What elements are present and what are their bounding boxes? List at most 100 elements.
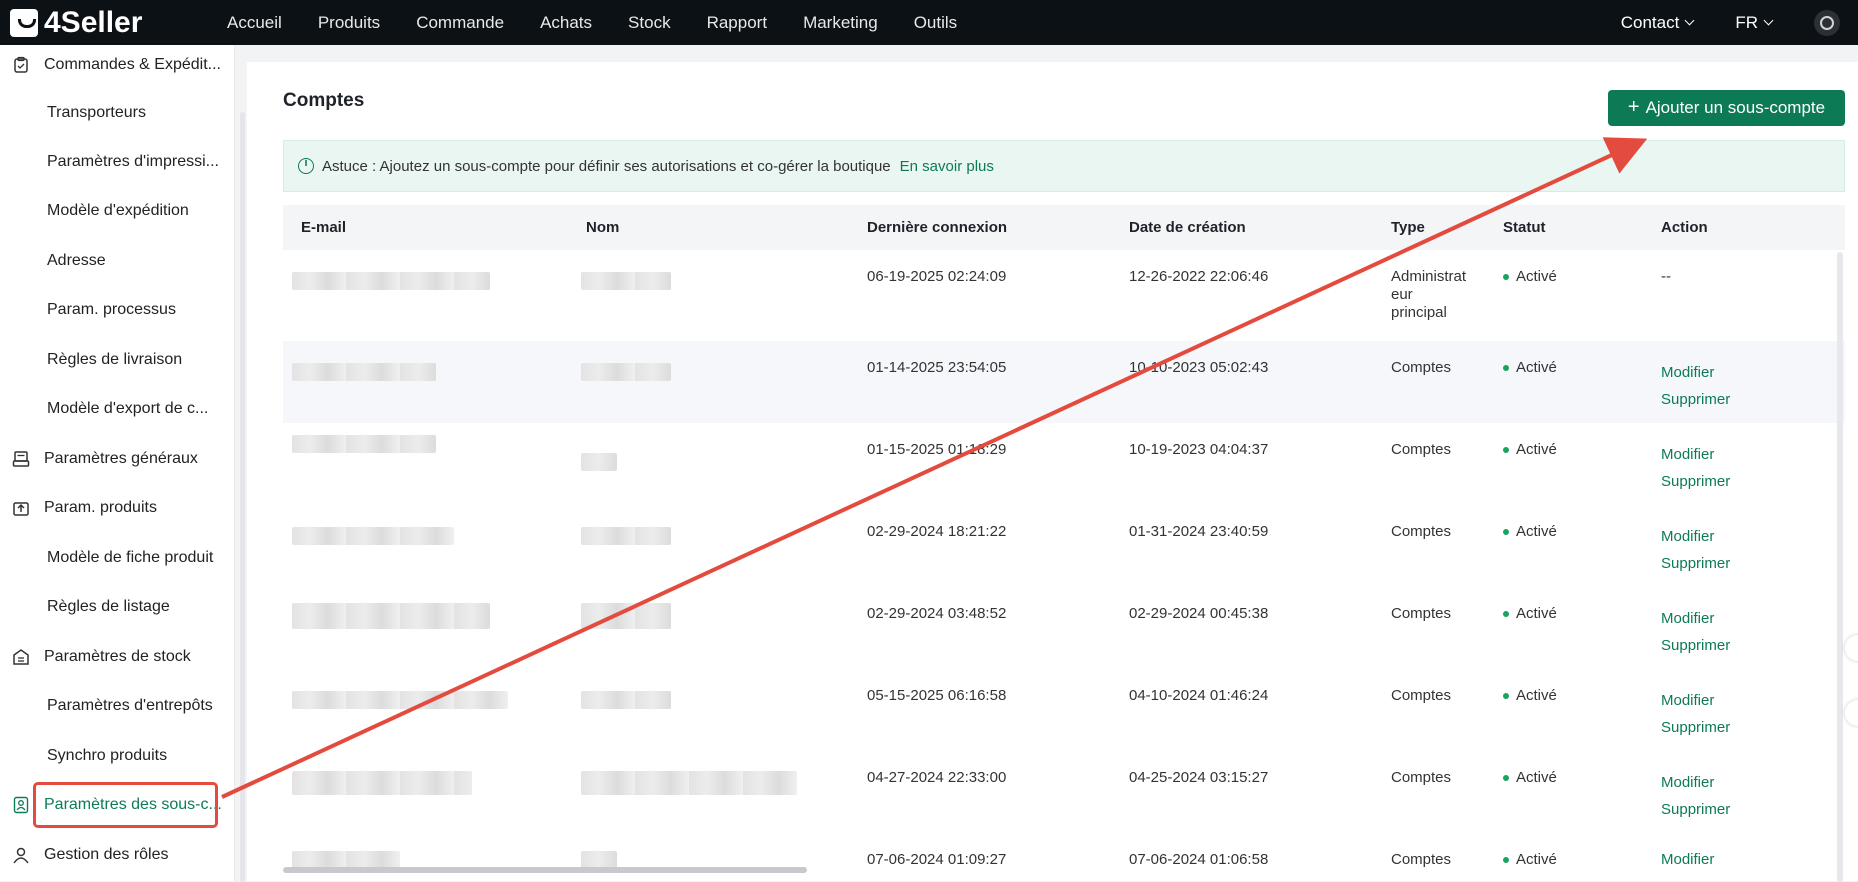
nav-marketing[interactable]: Marketing xyxy=(803,13,878,33)
sidebar-item-label: Transporteurs xyxy=(47,104,146,121)
language-dropdown[interactable]: FR xyxy=(1735,13,1774,33)
sidebar-item-delivery-rules[interactable]: Règles de livraison xyxy=(0,340,232,380)
last-login: 01-14-2025 23:54:05 xyxy=(867,359,1007,376)
created-date: 10-19-2023 04:04:37 xyxy=(1129,441,1269,458)
sidebar-item-process-settings[interactable]: Param. processus xyxy=(0,290,232,330)
plus-icon: + xyxy=(1627,95,1640,118)
account-type: Comptes xyxy=(1391,605,1452,622)
status-dot xyxy=(1503,775,1509,781)
sidebar-item-address[interactable]: Adresse xyxy=(0,241,232,281)
table-row: 06-19-2025 02:24:09 12-26-2022 22:06:46 … xyxy=(283,250,1845,342)
modify-link[interactable]: Modifier xyxy=(1661,523,1730,550)
nav-stock[interactable]: Stock xyxy=(628,13,671,33)
sidebar-item-carriers[interactable]: Transporteurs xyxy=(0,93,232,133)
column-name: Nom xyxy=(586,219,620,236)
status-dot xyxy=(1503,693,1509,699)
column-status: Statut xyxy=(1503,219,1546,236)
modify-link[interactable]: Modifier xyxy=(1661,441,1730,468)
modify-link[interactable]: Modifier xyxy=(1661,605,1730,632)
status-badge: Activé xyxy=(1503,523,1557,541)
sidebar-item-role-management[interactable]: Gestion des rôles xyxy=(0,835,232,875)
delete-link[interactable]: Supprimer xyxy=(1661,632,1730,659)
status-text: Activé xyxy=(1516,687,1557,704)
nav-achats[interactable]: Achats xyxy=(540,13,592,33)
column-created: Date de création xyxy=(1129,219,1246,236)
sidebar-item-stock-settings[interactable]: Paramètres de stock xyxy=(0,637,232,677)
sidebar-item-print-settings[interactable]: Paramètres d'impressi... xyxy=(0,142,232,182)
status-badge: Activé xyxy=(1503,268,1557,286)
name-redacted xyxy=(581,272,671,290)
nav-commande[interactable]: Commande xyxy=(416,13,504,33)
last-login: 02-29-2024 18:21:22 xyxy=(867,523,1007,540)
add-subaccount-button[interactable]: + Ajouter un sous-compte xyxy=(1608,90,1845,126)
nav-accueil[interactable]: Accueil xyxy=(227,13,282,33)
account-type: Comptes xyxy=(1391,769,1452,786)
sidebar-item-product-sync[interactable]: Synchro produits xyxy=(0,736,232,776)
sidebar-scrollbar[interactable] xyxy=(240,112,245,882)
sidebar-item-label: Règles de livraison xyxy=(47,351,183,368)
status-badge: Activé xyxy=(1503,687,1557,705)
created-date: 04-10-2024 01:46:24 xyxy=(1129,687,1269,704)
modify-link[interactable]: Modifier xyxy=(1661,851,1714,869)
created-date: 12-26-2022 22:06:46 xyxy=(1129,268,1269,285)
logo[interactable]: 4Seller xyxy=(10,6,215,40)
nav-rapport[interactable]: Rapport xyxy=(707,13,767,33)
upload-box-icon xyxy=(12,499,30,517)
tip-banner: Astuce : Ajoutez un sous-compte pour déf… xyxy=(283,140,1845,192)
learn-more-link[interactable]: En savoir plus xyxy=(900,158,994,175)
sidebar-item-label: Synchro produits xyxy=(47,747,168,764)
horizontal-scrollbar[interactable] xyxy=(283,867,807,873)
table-row: 01-15-2025 01:18:29 10-19-2023 04:04:37 … xyxy=(283,423,1845,506)
sidebar-item-label: Paramètres d'entrepôts xyxy=(47,697,213,714)
chevron-down-icon xyxy=(1763,15,1774,26)
sidebar-item-orders-shipping[interactable]: Commandes & Expédit... xyxy=(0,45,232,85)
sidebar-item-product-sheet-template[interactable]: Modèle de fiche produit xyxy=(0,538,232,578)
delete-link[interactable]: Supprimer xyxy=(1661,796,1730,823)
email-redacted xyxy=(292,691,508,709)
row-actions: Modifier Supprimer xyxy=(1661,769,1730,823)
sidebar-item-label: Paramètres généraux xyxy=(44,450,198,467)
status-badge: Activé xyxy=(1503,441,1557,459)
table-row: 01-14-2025 23:54:05 10-10-2023 05:02:43 … xyxy=(283,341,1845,424)
delete-link[interactable]: Supprimer xyxy=(1661,714,1730,741)
sidebar-item-general-settings[interactable]: Paramètres généraux xyxy=(0,439,232,479)
name-redacted xyxy=(581,691,671,709)
status-text: Activé xyxy=(1516,769,1557,786)
contact-dropdown[interactable]: Contact xyxy=(1621,13,1695,33)
sidebar-item-shipping-template[interactable]: Modèle d'expédition xyxy=(0,191,232,231)
created-date: 01-31-2024 23:40:59 xyxy=(1129,523,1269,540)
info-icon xyxy=(298,157,314,174)
status-dot xyxy=(1503,365,1509,371)
sidebar-item-warehouse-settings[interactable]: Paramètres d'entrepôts xyxy=(0,686,232,726)
modify-link[interactable]: Modifier xyxy=(1661,359,1730,386)
sidebar-item-product-settings[interactable]: Param. produits xyxy=(0,488,232,528)
clipboard-icon xyxy=(12,56,30,74)
email-redacted xyxy=(292,363,436,381)
settings-gear-icon[interactable] xyxy=(1814,9,1840,36)
delete-link[interactable]: Supprimer xyxy=(1661,386,1730,413)
sidebar-item-label: Règles de listage xyxy=(47,598,170,615)
name-redacted xyxy=(581,771,797,795)
tip-text: Astuce : Ajoutez un sous-compte pour déf… xyxy=(322,157,891,175)
top-right-controls: Contact FR xyxy=(1621,0,1858,45)
main-nav: Accueil Produits Commande Achats Stock R… xyxy=(227,13,993,33)
modify-link[interactable]: Modifier xyxy=(1661,769,1730,796)
table-vertical-scrollbar[interactable] xyxy=(1837,252,1843,882)
nav-outils[interactable]: Outils xyxy=(914,13,957,33)
sidebar-item-label: Modèle d'expédition xyxy=(47,202,189,219)
sidebar-item-listing-rules[interactable]: Règles de listage xyxy=(0,587,232,627)
last-login: 01-15-2025 01:18:29 xyxy=(867,441,1007,458)
table-row: 04-27-2024 22:33:00 04-25-2024 03:15:27 … xyxy=(283,751,1845,834)
delete-link[interactable]: Supprimer xyxy=(1661,468,1730,495)
sidebar-item-export-template[interactable]: Modèle d'export de c... xyxy=(0,389,232,429)
created-date: 07-06-2024 01:06:58 xyxy=(1129,851,1269,868)
status-text: Activé xyxy=(1516,359,1557,376)
account-type: Comptes xyxy=(1391,687,1452,704)
sidebar-item-label: Adresse xyxy=(47,252,106,269)
modify-link[interactable]: Modifier xyxy=(1661,687,1730,714)
delete-link[interactable]: Supprimer xyxy=(1661,550,1730,577)
sidebar-item-label: Param. produits xyxy=(44,499,157,516)
nav-produits[interactable]: Produits xyxy=(318,13,380,33)
status-text: Activé xyxy=(1516,851,1557,868)
email-redacted xyxy=(292,771,472,795)
